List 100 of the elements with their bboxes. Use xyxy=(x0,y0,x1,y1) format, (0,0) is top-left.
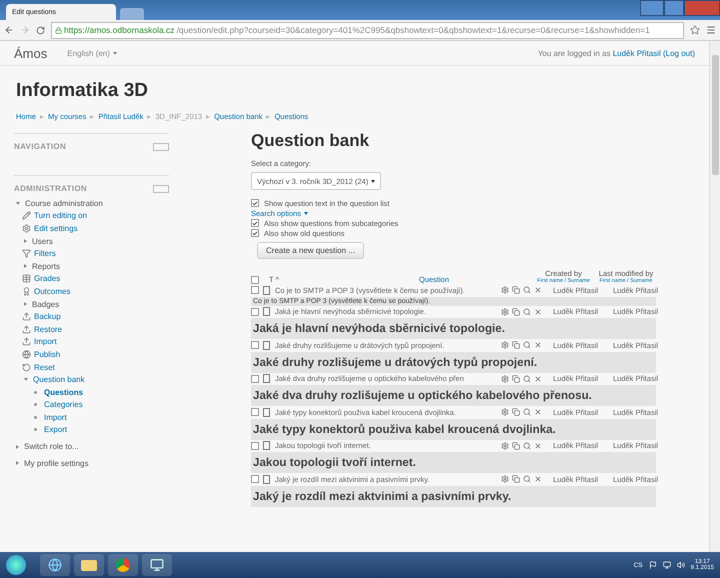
expander-icon[interactable] xyxy=(16,202,20,205)
checkbox[interactable] xyxy=(251,229,259,237)
breadcrumb-separator-icon xyxy=(206,114,210,118)
sidebar-item[interactable]: My profile settings xyxy=(24,458,88,468)
bullet-icon xyxy=(34,403,37,406)
document-icon xyxy=(263,374,270,384)
document-icon xyxy=(263,286,270,295)
question-text-preview: Jaké dva druhy rozlišujeme u optického kabelového přenosu. xyxy=(251,385,656,406)
expander-icon[interactable] xyxy=(24,302,27,306)
search-icon[interactable] xyxy=(523,408,531,416)
document-icon xyxy=(263,441,270,450)
copy-icon[interactable] xyxy=(512,286,520,294)
lock-icon xyxy=(55,26,62,34)
copy-icon[interactable] xyxy=(512,341,520,350)
sidebar-item[interactable]: Grades xyxy=(34,274,60,284)
site-brand[interactable]: Ámos xyxy=(14,46,48,60)
delete-icon[interactable] xyxy=(534,475,542,484)
row-checkbox[interactable] xyxy=(251,374,259,383)
sidebar-item[interactable]: Reset xyxy=(34,362,55,372)
sidebar-item[interactable]: Reports xyxy=(32,262,60,271)
copy-icon[interactable] xyxy=(512,374,520,383)
sidebar-item[interactable]: Badges xyxy=(32,300,60,309)
delete-icon[interactable] xyxy=(534,408,542,416)
taskbar-browser-icon[interactable] xyxy=(40,554,70,576)
sidebar-item[interactable]: Backup xyxy=(34,312,61,322)
reload-icon[interactable] xyxy=(36,26,45,34)
logout-link[interactable]: (Log out) xyxy=(662,48,695,58)
question-text-preview: Jaká je hlavní nevýhoda sběrnicivé topologie. xyxy=(251,318,656,339)
expander-icon[interactable] xyxy=(16,461,19,466)
copy-icon[interactable] xyxy=(512,408,520,416)
expander-icon[interactable] xyxy=(24,378,28,382)
settings-icon[interactable] xyxy=(501,475,509,484)
start-button[interactable] xyxy=(6,555,26,575)
sidebar-item[interactable]: Turn editing on xyxy=(34,211,88,220)
sidebar-item[interactable]: Questions xyxy=(44,388,84,397)
sidebar-item[interactable]: Switch role to... xyxy=(24,442,79,452)
settings-icon[interactable] xyxy=(501,374,509,383)
minimize-button[interactable] xyxy=(640,0,664,16)
copy-icon[interactable] xyxy=(512,308,520,316)
sidebar-item[interactable]: Import xyxy=(44,412,67,422)
back-icon[interactable] xyxy=(4,25,14,35)
search-icon[interactable] xyxy=(523,286,531,294)
create-question-button[interactable]: Create a new question ... xyxy=(257,242,364,259)
course-title: Informatika 3D xyxy=(16,80,149,102)
checkbox[interactable] xyxy=(251,219,259,227)
address-field[interactable]: https://amos.odbornaskola.cz /question/edit.php?courseid=30&category=401%2C995&qbshowtext=0&qbshowtext=1&recurse=0&recurse=1&showhidden=1 xyxy=(51,22,684,38)
maximize-button[interactable] xyxy=(664,0,684,16)
sidebar-item[interactable]: Outcomes xyxy=(34,286,70,296)
copy-icon[interactable] xyxy=(512,475,520,484)
sidebar-item[interactable]: Restore xyxy=(34,324,62,334)
sidebar-item[interactable]: Categories xyxy=(44,400,83,410)
document-icon xyxy=(263,474,270,484)
select-all-checkbox[interactable] xyxy=(251,276,259,284)
checkbox[interactable] xyxy=(251,199,259,207)
question-text-preview: Jaké typy konektorů použiva kabel kroucená dvojlinka. xyxy=(251,418,656,440)
sidebar-item[interactable]: Filters xyxy=(34,249,56,258)
sidebar-item[interactable]: Edit settings xyxy=(34,224,78,233)
search-icon[interactable] xyxy=(523,442,531,450)
row-checkbox[interactable] xyxy=(251,442,259,450)
question-text-preview: Jaké druhy rozlišujeme u drátových typů propojení. xyxy=(251,352,656,372)
scrollbar-thumb[interactable] xyxy=(712,55,718,175)
search-icon[interactable] xyxy=(523,475,531,484)
settings-icon[interactable] xyxy=(501,308,509,316)
sidebar-item[interactable]: Export xyxy=(44,425,68,434)
delete-icon[interactable] xyxy=(534,374,542,383)
language-menu[interactable]: English (en) xyxy=(67,48,117,58)
expander-icon[interactable] xyxy=(24,264,27,268)
sidebar-item[interactable]: Question bank xyxy=(33,375,85,384)
settings-icon[interactable] xyxy=(501,341,509,350)
row-checkbox[interactable] xyxy=(251,286,259,294)
row-checkbox[interactable] xyxy=(251,408,259,416)
settings-icon[interactable] xyxy=(501,408,509,416)
copy-icon[interactable] xyxy=(512,442,520,450)
search-icon[interactable] xyxy=(523,308,531,316)
expander-icon[interactable] xyxy=(16,444,19,449)
taskbar-app-icon[interactable] xyxy=(142,554,172,576)
row-checkbox[interactable] xyxy=(251,475,259,484)
search-icon[interactable] xyxy=(523,374,531,383)
delete-icon[interactable] xyxy=(534,308,542,316)
question-text-preview: Jakou topologii tvoří internet. xyxy=(251,452,656,473)
row-checkbox[interactable] xyxy=(251,308,259,316)
row-checkbox[interactable] xyxy=(251,341,259,350)
bookmark-star-icon[interactable] xyxy=(690,25,700,35)
sidebar-item[interactable]: Publish xyxy=(34,350,60,359)
user-link[interactable]: Luděk Přitasil xyxy=(612,48,661,58)
expander-icon[interactable] xyxy=(24,239,27,244)
sidebar-item[interactable]: Import xyxy=(34,337,57,346)
delete-icon[interactable] xyxy=(534,442,542,450)
settings-icon[interactable] xyxy=(501,286,509,294)
page-heading: Question bank xyxy=(251,131,370,151)
volume-icon[interactable] xyxy=(676,561,685,569)
delete-icon[interactable] xyxy=(534,341,542,350)
flag-icon[interactable] xyxy=(648,561,657,569)
breadcrumb-separator-icon xyxy=(90,114,94,118)
sidebar-item[interactable]: Users xyxy=(32,236,53,246)
sidebar-item[interactable]: Course administration xyxy=(25,198,103,208)
taskbar-folder-icon[interactable] xyxy=(74,554,104,576)
settings-icon[interactable] xyxy=(501,442,509,450)
delete-icon[interactable] xyxy=(534,286,542,294)
search-icon[interactable] xyxy=(523,341,531,350)
